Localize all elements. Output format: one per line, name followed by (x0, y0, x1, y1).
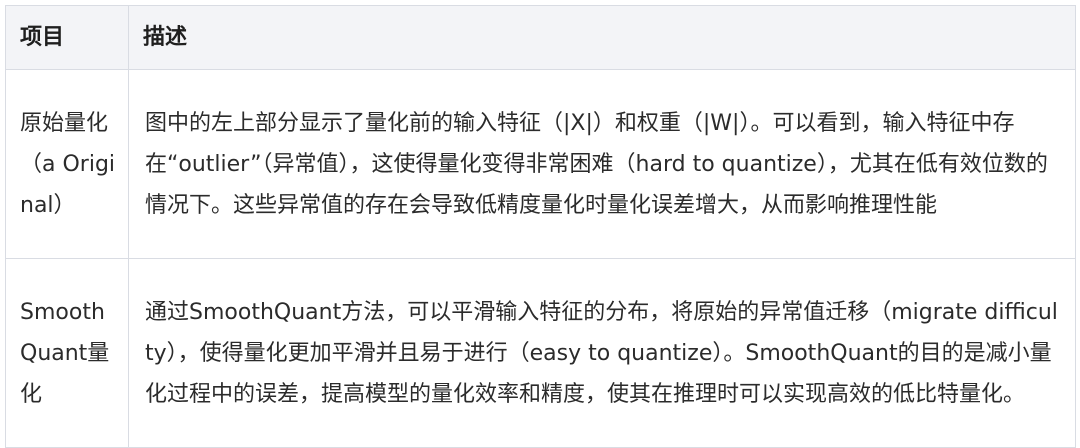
item-cell-smoothquant: SmoothQuant量化 (5, 258, 129, 448)
table-header-row: 项目 描述 (5, 5, 1076, 70)
content-table: 项目 描述 原始量化（a Original） 图中的左上部分显示了量化前的输入特… (5, 5, 1076, 448)
table-row: 原始量化（a Original） 图中的左上部分显示了量化前的输入特征（|X|）… (5, 69, 1076, 259)
item-cell-original: 原始量化（a Original） (5, 69, 129, 259)
table-row: SmoothQuant量化 通过SmoothQuant方法，可以平滑输入特征的分… (5, 258, 1076, 448)
header-description: 描述 (128, 5, 1076, 70)
header-item: 项目 (5, 5, 129, 70)
description-cell-original: 图中的左上部分显示了量化前的输入特征（|X|）和权重（|W|）。可以看到，输入特… (128, 69, 1076, 259)
description-cell-smoothquant: 通过SmoothQuant方法，可以平滑输入特征的分布，将原始的异常值迁移（mi… (128, 258, 1076, 448)
